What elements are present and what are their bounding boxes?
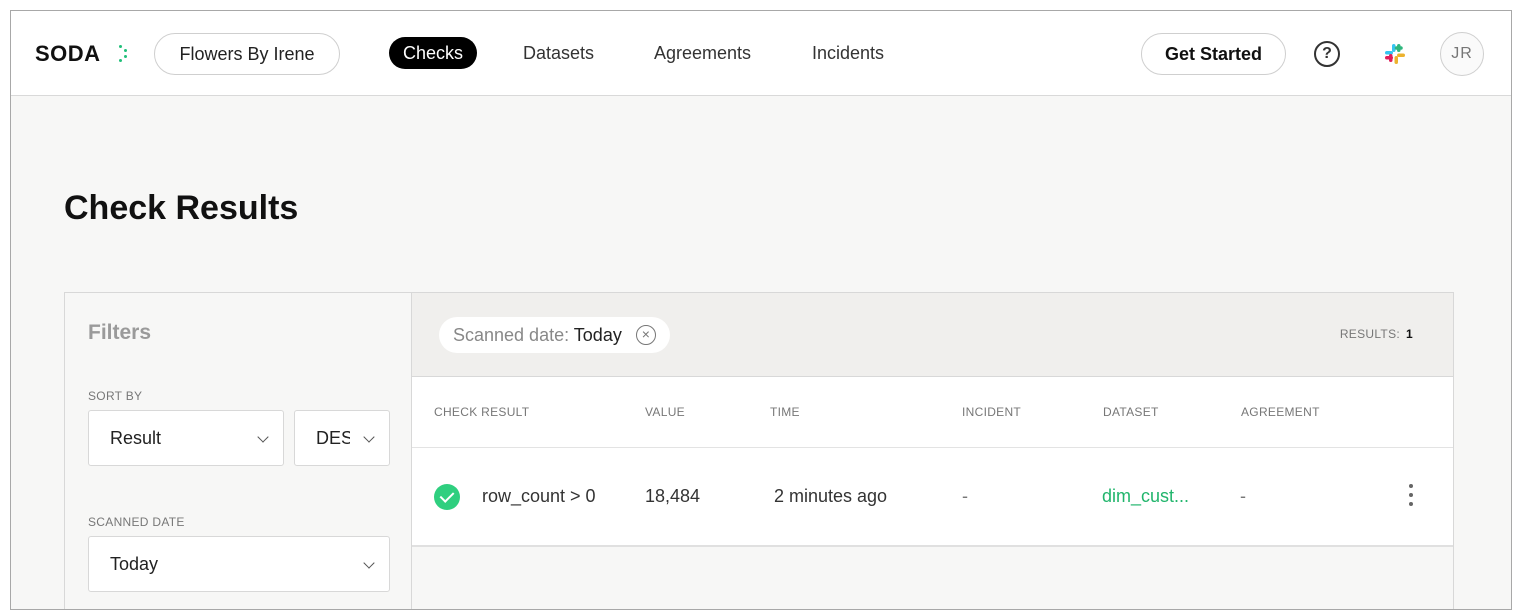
scanned-date-label: SCANNED DATE [88, 515, 185, 529]
check-incident: - [962, 486, 968, 506]
sort-by-label: SORT BY [88, 389, 143, 403]
filter-chip-key: Scanned date: [453, 325, 570, 345]
remove-filter-icon[interactable]: × [635, 325, 656, 345]
column-header-time[interactable]: TIME [770, 405, 800, 419]
soda-logo[interactable]: SODA [35, 41, 101, 67]
active-filter-chip[interactable]: Scanned date: Today × [439, 317, 670, 353]
sort-field-select[interactable]: Result [88, 410, 284, 466]
check-value: 18,484 [645, 486, 701, 506]
nav-tab-datasets[interactable]: Datasets [523, 39, 594, 67]
column-header-agreement[interactable]: AGREEMENT [1241, 405, 1320, 419]
scanned-date-select[interactable]: Today [88, 536, 390, 592]
chevron-down-icon [363, 431, 375, 443]
chevron-down-icon [257, 431, 269, 443]
check-agreement: - [1240, 486, 1246, 506]
sort-order-value: DESC [316, 428, 350, 448]
more-options-icon[interactable] [1407, 484, 1415, 510]
help-icon[interactable]: ? [1314, 41, 1340, 67]
results-count-value: 1 [1406, 327, 1413, 341]
sort-field-value: Result [110, 428, 162, 448]
column-header-value[interactable]: VALUE [645, 405, 685, 419]
column-header-check-result[interactable]: CHECK RESULT [434, 405, 529, 419]
get-started-button[interactable]: Get Started [1141, 33, 1286, 75]
slack-icon[interactable] [1383, 42, 1407, 66]
check-name[interactable]: row_count > 0 [482, 486, 596, 507]
filter-chip-value: Today [573, 325, 622, 345]
nav-tab-incidents[interactable]: Incidents [812, 39, 884, 67]
user-avatar[interactable]: JR [1440, 32, 1484, 76]
dataset-link[interactable]: dim_cust... [1102, 486, 1189, 507]
filters-panel: Filters SORT BY Result DESC SCANNED DATE… [64, 292, 411, 609]
nav-tab-checks[interactable]: Checks [389, 37, 478, 69]
chevron-down-icon [363, 557, 375, 569]
filters-title: Filters [88, 321, 152, 344]
results-header: Scanned date: Today × RESULTS: 1 [412, 293, 1453, 377]
check-time: 2 minutes ago [774, 486, 888, 506]
top-navigation-bar: SODA Flowers By Irene Checks Datasets Ag… [11, 11, 1511, 96]
scanned-date-value: Today [110, 554, 159, 574]
results-count-label: RESULTS: [1339, 327, 1401, 341]
results-panel: Scanned date: Today × RESULTS: 1 CHECK RE… [411, 292, 1454, 609]
organization-switcher[interactable]: Flowers By Irene [154, 33, 340, 75]
page-title: Check Results [64, 189, 299, 227]
app-window: SODA Flowers By Irene Checks Datasets Ag… [10, 10, 1512, 610]
results-empty-area [412, 547, 1453, 609]
nav-tab-agreements[interactable]: Agreements [654, 39, 751, 67]
column-header-incident[interactable]: INCIDENT [962, 405, 1021, 419]
results-count: RESULTS: 1 [1340, 327, 1413, 341]
check-passed-icon [434, 484, 460, 510]
sort-order-select[interactable]: DESC [294, 410, 390, 466]
logo-dots-icon [119, 45, 129, 63]
table-row[interactable]: row_count > 0 18,484 2 minutes ago - dim… [412, 448, 1453, 545]
column-header-dataset[interactable]: DATASET [1103, 405, 1159, 419]
